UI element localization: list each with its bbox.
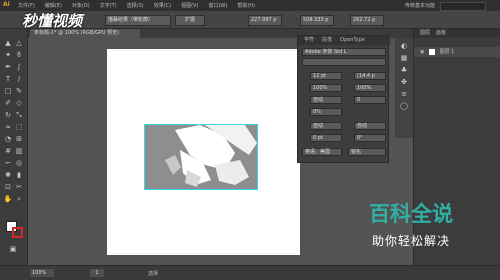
tab-paragraph[interactable]: 段落 xyxy=(322,36,332,45)
tracking-field[interactable]: 0 xyxy=(354,96,386,104)
font-style-select[interactable] xyxy=(302,58,386,66)
transparency-panel-icon[interactable]: ◯ xyxy=(399,102,409,111)
pencil-icon[interactable]: ✐ xyxy=(3,99,13,108)
kerning-field[interactable]: 自动 xyxy=(310,96,342,104)
direct-select-tool-icon[interactable]: △ xyxy=(14,39,24,48)
baseline-shift-field[interactable]: 0 pt xyxy=(310,134,342,142)
menu-list: 文件(F) 编辑(E) 对象(O) 文字(T) 选择(S) 效果(C) 视图(V… xyxy=(18,2,255,9)
menu-select[interactable]: 选择(S) xyxy=(127,2,144,9)
brushes-panel-icon[interactable]: ♣ xyxy=(399,66,409,75)
paintbrush-icon[interactable]: ✎ xyxy=(14,87,24,96)
traced-image[interactable] xyxy=(144,124,258,190)
layer-name[interactable]: 图层 1 xyxy=(440,49,455,55)
insert-space-right-field[interactable]: 自动 xyxy=(354,122,386,130)
search-input[interactable] xyxy=(440,2,486,11)
panel-icon-strip: ◐ ▦ ♣ ✤ ≡ ◯ xyxy=(395,38,413,138)
slice-icon[interactable]: ✂ xyxy=(14,183,24,192)
character-panel: 字符 段落 OpenType Adobe 宋体 Std L 12 pt (14.… xyxy=(297,35,390,163)
vertical-scale-field[interactable]: 100% xyxy=(310,84,342,92)
traced-image-graphic xyxy=(145,125,257,189)
pen-tool-icon[interactable]: ✒ xyxy=(3,63,13,72)
tab-layers[interactable]: 图层 xyxy=(420,29,430,38)
artboard-tool-icon[interactable]: ⊡ xyxy=(3,183,13,192)
current-tool-label: 选择 xyxy=(148,271,159,277)
horizontal-scale-field[interactable]: 100% xyxy=(354,84,386,92)
char-rotation-field[interactable]: 0° xyxy=(354,134,386,142)
type-tool-icon[interactable]: T xyxy=(3,75,13,84)
line-tool-icon[interactable]: / xyxy=(14,75,24,84)
selection-tool-icon[interactable]: ▲ xyxy=(3,39,13,48)
eyedropper-icon[interactable]: ⌐ xyxy=(3,159,13,168)
menu-view[interactable]: 视图(V) xyxy=(181,2,198,9)
menu-type[interactable]: 文字(T) xyxy=(100,2,117,9)
character-panel-tabs: 字符 段落 OpenType xyxy=(298,36,390,45)
status-bar: 100% 1 选择 xyxy=(0,265,500,280)
w-field[interactable]: 262.72 p xyxy=(350,15,384,26)
tsume-field[interactable]: 0% xyxy=(310,108,342,116)
layers-panel-tabs: 图层 画板 xyxy=(414,29,500,38)
symbols-panel-icon[interactable]: ✤ xyxy=(399,78,409,87)
symbol-sprayer-icon[interactable]: ✺ xyxy=(3,171,13,180)
leading-field[interactable]: (14.4 p xyxy=(354,72,386,80)
zoom-tool-icon[interactable]: ⌕ xyxy=(14,195,24,204)
mesh-icon[interactable]: # xyxy=(3,147,13,156)
hand-tool-icon[interactable]: ✋ xyxy=(3,195,13,204)
insert-space-left-field[interactable]: 自动 xyxy=(310,122,342,130)
width-tool-icon[interactable]: ≈ xyxy=(3,123,13,132)
layer-thumbnail xyxy=(428,48,435,55)
menu-help[interactable]: 帮助(H) xyxy=(237,2,255,9)
tools-panel: ▲ △ ✦ ϐ ✒ ∫ T / □ ✎ ✐ ◇ ↻ ⤡ ≈ ⬚ ◔ ⊞ # ▥ … xyxy=(0,29,28,265)
font-family-select[interactable]: Adobe 宋体 Std L xyxy=(302,48,386,56)
blend-icon[interactable]: ◎ xyxy=(14,159,24,168)
lasso-icon[interactable]: ϐ xyxy=(14,51,24,60)
shape-builder-icon[interactable]: ◔ xyxy=(3,135,13,144)
rectangle-tool-icon[interactable]: □ xyxy=(3,87,13,96)
font-size-field[interactable]: 12 pt xyxy=(310,72,342,80)
screen-mode-icon[interactable]: ▣ xyxy=(8,245,18,254)
app-logo: Ai xyxy=(3,1,10,8)
tab-opentype[interactable]: OpenType xyxy=(340,36,365,45)
language-select[interactable]: 英语：美国 xyxy=(302,148,342,156)
layer-row[interactable]: ◉ 图层 1 xyxy=(414,47,500,57)
artboard-number-field[interactable]: 1 xyxy=(90,269,104,277)
menu-window[interactable]: 窗口(W) xyxy=(208,2,227,9)
watermark-subtitle: 助你轻松解决 xyxy=(371,234,450,248)
swatches-panel-icon[interactable]: ▦ xyxy=(399,54,409,63)
stroke-panel-icon[interactable]: ≡ xyxy=(399,90,409,99)
trace-preset-select[interactable]: 描摹结果（带轮廓） xyxy=(105,15,171,26)
watermark-title: 百科全说 xyxy=(369,202,453,226)
curvature-icon[interactable]: ∫ xyxy=(14,63,24,72)
graph-icon[interactable]: ▮ xyxy=(14,171,24,180)
stroke-swatch[interactable] xyxy=(12,227,23,238)
free-transform-icon[interactable]: ⬚ xyxy=(14,123,24,132)
menu-effect[interactable]: 效果(C) xyxy=(154,2,171,9)
y-field[interactable]: 508.333 p xyxy=(300,15,334,26)
watermark-logo: 秒懂视频 xyxy=(22,12,83,30)
watermark-badge: 百科全说 助你轻松解决 xyxy=(348,198,474,254)
workspace-switcher[interactable]: 传统基本功能 xyxy=(405,2,435,9)
menu-file[interactable]: 文件(F) xyxy=(18,2,35,9)
x-field[interactable]: 227.997 p xyxy=(248,15,282,26)
eraser-icon[interactable]: ◇ xyxy=(14,99,24,108)
magic-wand-icon[interactable]: ✦ xyxy=(3,51,13,60)
tab-artboards[interactable]: 画板 xyxy=(436,29,446,38)
expand-button[interactable]: 扩展 xyxy=(175,15,205,26)
eye-icon[interactable]: ◉ xyxy=(420,49,424,55)
perspective-icon[interactable]: ⊞ xyxy=(14,135,24,144)
rotate-icon[interactable]: ↻ xyxy=(3,111,13,120)
anti-alias-select[interactable]: 锐化 xyxy=(348,148,386,156)
gradient-icon[interactable]: ▥ xyxy=(14,147,24,156)
scale-icon[interactable]: ⤡ xyxy=(14,111,24,120)
color-panel-icon[interactable]: ◐ xyxy=(399,42,409,51)
menu-object[interactable]: 对象(O) xyxy=(72,2,90,9)
tab-character[interactable]: 字符 xyxy=(304,36,314,45)
menu-edit[interactable]: 编辑(E) xyxy=(45,2,62,9)
zoom-select[interactable]: 100% xyxy=(30,269,54,277)
